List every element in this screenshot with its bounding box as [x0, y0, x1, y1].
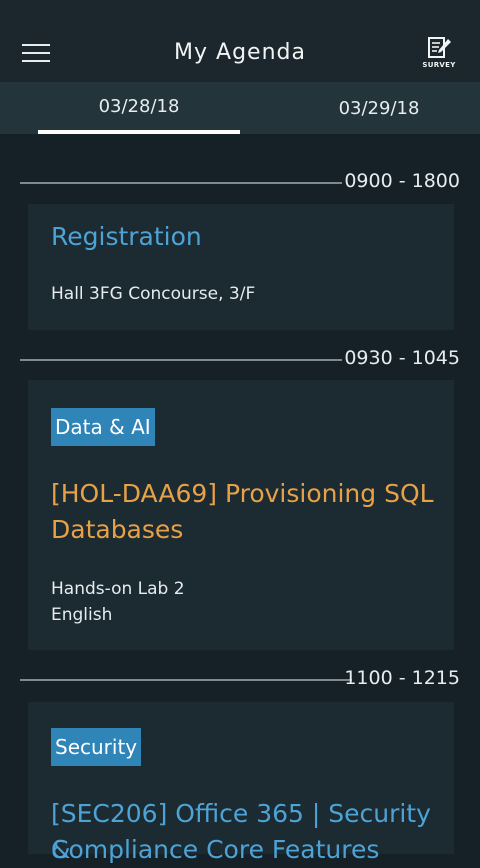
date-tabs: 03/28/18 03/29/18	[0, 82, 480, 134]
track-badge: Security	[51, 728, 142, 766]
divider-line	[20, 679, 352, 681]
time-divider: 1100 - 1215	[0, 665, 480, 695]
tab-label: 03/29/18	[338, 98, 420, 119]
tab-03-28-18[interactable]: 03/28/18	[38, 82, 240, 134]
survey-label: SURVEY	[422, 61, 456, 69]
session-card-hol-daa69[interactable]: Data & AI [HOL-DAA69] Provisioning SQL D…	[28, 380, 454, 650]
time-divider: 0900 - 1800	[0, 168, 480, 198]
session-language: English	[51, 605, 113, 625]
session-title-line-1[interactable]: [HOL-DAA69] Provisioning SQL	[51, 476, 434, 512]
session-title-line-2[interactable]: Databases	[51, 512, 183, 548]
session-title[interactable]: Registration	[51, 219, 202, 255]
session-time: 0930 - 1045	[344, 347, 460, 369]
session-location: Hall 3FG Concourse, 3/F	[51, 284, 256, 304]
survey-clipboard-icon	[428, 37, 451, 58]
session-card-sec206[interactable]: Security [SEC206] Office 365 | Security …	[28, 702, 454, 864]
selected-tab-indicator	[38, 130, 240, 134]
survey-button[interactable]: SURVEY	[422, 36, 456, 72]
session-time: 1100 - 1215	[344, 667, 460, 689]
session-room: Hands-on Lab 2	[51, 579, 185, 599]
tab-03-29-18[interactable]: 03/29/18	[278, 82, 480, 134]
tab-label: 03/28/18	[98, 96, 180, 117]
track-badge: Data & AI	[51, 408, 155, 446]
divider-line	[20, 359, 342, 361]
app-bar: My Agenda SURVEY	[0, 0, 480, 82]
session-time: 0900 - 1800	[344, 170, 460, 192]
time-divider: 0930 - 1045	[0, 345, 480, 375]
session-title-line-2[interactable]: Compliance Core Features	[51, 832, 379, 868]
session-card-registration[interactable]: Registration Hall 3FG Concourse, 3/F	[28, 204, 454, 330]
page-title: My Agenda	[174, 40, 306, 65]
divider-line	[20, 182, 342, 184]
